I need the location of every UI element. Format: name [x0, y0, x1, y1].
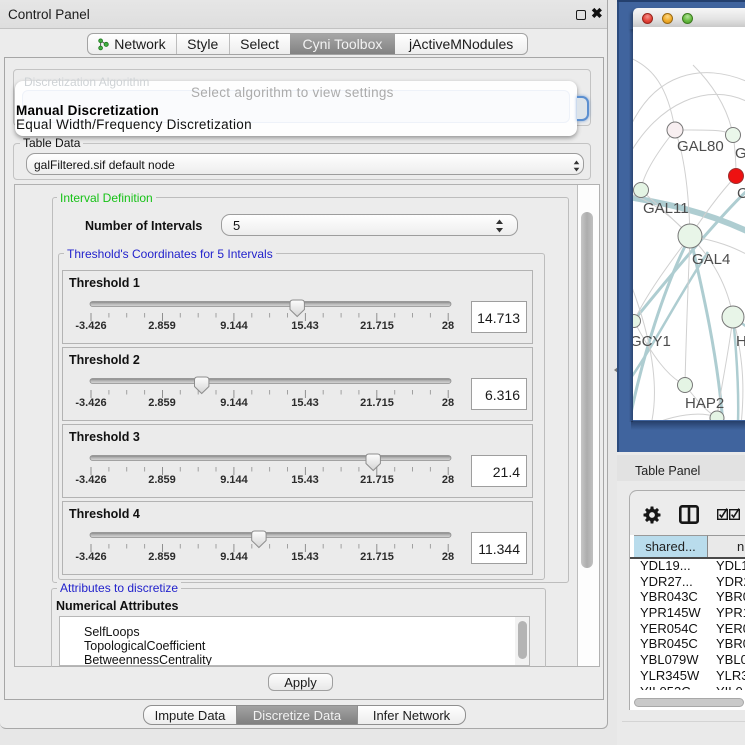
svg-text:GCY1: GCY1: [633, 333, 671, 350]
svg-text:GA: GA: [735, 145, 745, 162]
svg-text:H: H: [736, 333, 745, 350]
svg-text:GAL11: GAL11: [643, 200, 689, 217]
svg-text:GAL4: GAL4: [692, 251, 730, 268]
svg-text:HAP2: HAP2: [685, 395, 724, 412]
svg-text:GAL80: GAL80: [677, 138, 724, 155]
svg-text:C: C: [737, 185, 745, 202]
